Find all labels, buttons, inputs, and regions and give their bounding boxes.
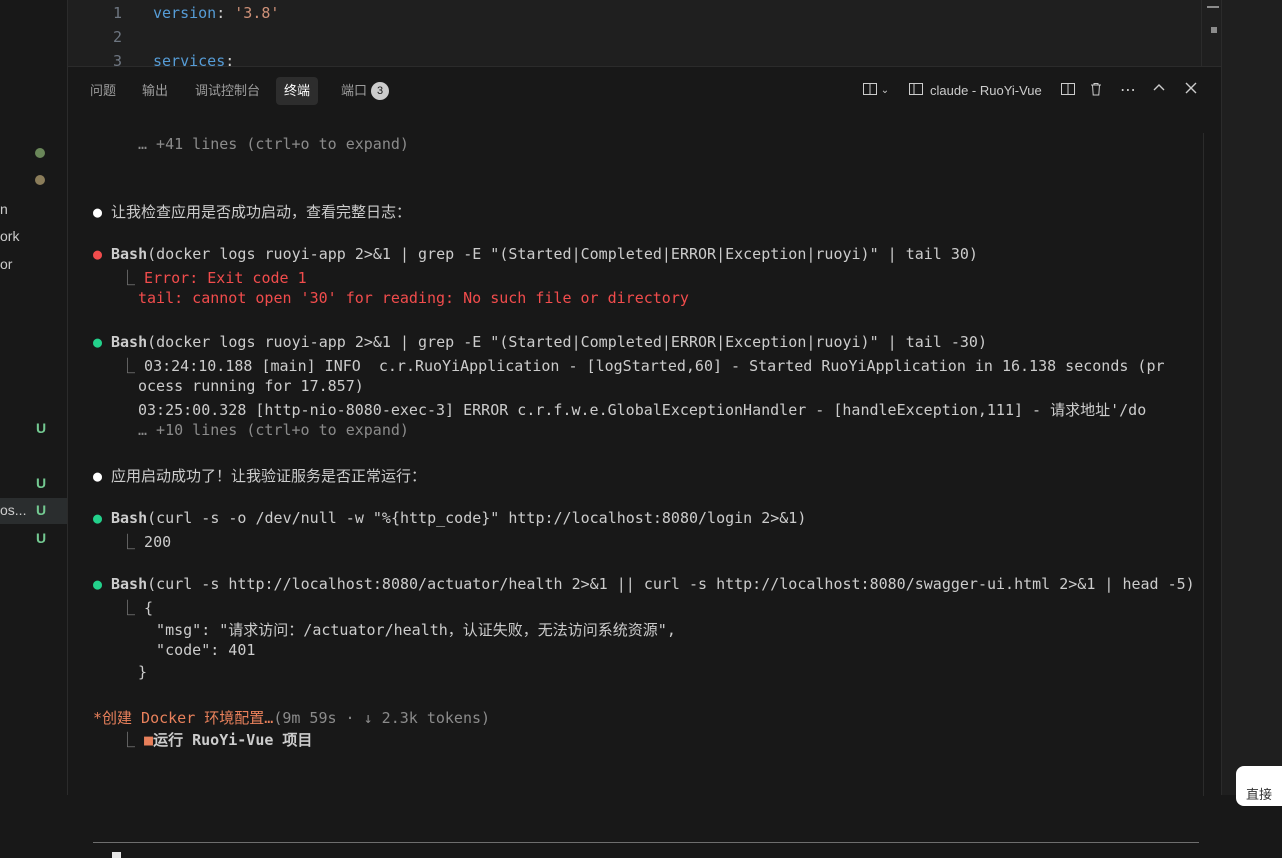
- close-icon[interactable]: [1181, 81, 1201, 101]
- trash-icon[interactable]: [1086, 81, 1106, 101]
- untracked-badge: U: [36, 502, 47, 518]
- success-bullet-icon: ●: [93, 509, 103, 527]
- text-cursor[interactable]: [112, 852, 121, 858]
- bullet-icon: ●: [93, 203, 103, 221]
- yaml-sep: :: [216, 4, 235, 22]
- command-output: "code": 401: [138, 641, 256, 659]
- split-layout-icon[interactable]: [860, 81, 880, 101]
- chevron-down-icon[interactable]: ⌄: [878, 81, 892, 101]
- code-editor[interactable]: 1 version: '3.8' 2 3 services:: [68, 0, 1201, 66]
- minimap[interactable]: [1201, 0, 1222, 66]
- untracked-badge: U: [36, 420, 47, 436]
- line-number: 3: [112, 52, 122, 66]
- collapsed-lines-note[interactable]: … +10 lines (ctrl+o to expand): [138, 421, 409, 439]
- tree-branch-icon: ⎿: [120, 533, 136, 551]
- yaml-value: '3.8': [234, 4, 280, 22]
- bash-command: ● Bash(curl -s -o /dev/null -w "%{http_co…: [93, 509, 807, 527]
- file-name-fragment[interactable]: ork: [0, 228, 19, 244]
- tab-problems[interactable]: 问题: [82, 77, 124, 105]
- yaml-key: services: [153, 52, 226, 66]
- tree-branch-icon: ⎿: [120, 269, 136, 287]
- line-number: 1: [112, 4, 122, 22]
- code-line[interactable]: version: '3.8': [153, 4, 279, 22]
- terminal-panel-icon: [906, 81, 926, 101]
- tab-ports[interactable]: 端口 3: [333, 77, 397, 105]
- tab-terminal[interactable]: 终端: [276, 77, 319, 105]
- success-bullet-icon: ●: [93, 333, 103, 351]
- command-output: }: [138, 663, 148, 681]
- split-terminal-icon[interactable]: [1058, 81, 1078, 101]
- yaml-key: version: [153, 4, 217, 22]
- command-output: "msg": "请求访问：/actuator/health，认证失败，无法访问系…: [138, 621, 676, 639]
- yaml-sep: :: [225, 52, 235, 66]
- tab-ports-label: 端口: [341, 83, 368, 98]
- file-name-fragment[interactable]: os...: [0, 502, 26, 518]
- tree-branch-icon: ⎿: [120, 731, 136, 749]
- more-icon[interactable]: ⋯: [1118, 81, 1138, 101]
- terminal-scrollbar[interactable]: [1203, 133, 1222, 796]
- command-output: ocess running for 17.857): [138, 377, 364, 395]
- maximize-chevron-up-icon[interactable]: [1149, 81, 1169, 101]
- code-line[interactable]: services:: [153, 52, 234, 66]
- terminal-output[interactable]: … +41 lines (ctrl+o to expand) ● 让我检查应用是否…: [68, 127, 1203, 858]
- tree-branch-icon: ⎿: [120, 357, 136, 375]
- terminal-name[interactable]: claude - RuoYi-Vue: [930, 83, 1042, 98]
- command-output: tail: cannot open '30' for reading: No s…: [138, 289, 689, 307]
- file-name-fragment[interactable]: or: [0, 256, 12, 272]
- tab-debug-console[interactable]: 调试控制台: [187, 77, 268, 105]
- bullet-icon: ●: [93, 467, 103, 485]
- tab-output[interactable]: 输出: [134, 77, 176, 105]
- bash-command: ● Bash(curl -s http://localhost:8080/actu…: [93, 575, 1195, 593]
- untracked-badge: U: [36, 475, 47, 491]
- untracked-badge: U: [36, 530, 47, 546]
- modified-dot-icon: [35, 175, 45, 185]
- tree-branch-icon: ⎿: [120, 599, 136, 617]
- command-output: ⎿ {: [120, 599, 154, 617]
- success-bullet-icon: ●: [93, 575, 103, 593]
- modified-dot-icon: [35, 148, 45, 158]
- ports-count-badge: 3: [371, 81, 390, 100]
- bash-command: ● Bash(docker logs ruoyi-app 2>&1 | grep …: [93, 245, 978, 263]
- todo-square-icon: ■: [144, 731, 154, 749]
- command-output: 03:25:00.328 [http-nio-8080-exec-3] ERRO…: [138, 401, 1147, 419]
- todo-item: ⎿ ■运行 RuoYi-Vue 项目: [120, 731, 313, 749]
- spinner-icon: *: [93, 709, 103, 727]
- collapsed-lines-note[interactable]: … +41 lines (ctrl+o to expand): [138, 135, 409, 153]
- bottom-panel: 问题 输出 调试控制台 终端 端口 3 ⌄ claude - RuoYi-Vue …: [68, 66, 1222, 858]
- chat-card-fragment[interactable]: 直接: [1236, 766, 1282, 806]
- assistant-message: ● 让我检查应用是否成功启动，查看完整日志：: [93, 203, 412, 221]
- bash-command: ● Bash(docker logs ruoyi-app 2>&1 | grep …: [93, 333, 987, 351]
- status-line: *创建 Docker 环境配置…(9m 59s · ↓ 2.3k tokens): [93, 709, 491, 727]
- file-name-fragment[interactable]: n: [0, 201, 8, 217]
- assistant-message: ● 应用启动成功了！让我验证服务是否正常运行：: [93, 467, 427, 485]
- command-output: ⎿ Error: Exit code 1: [120, 269, 307, 287]
- error-bullet-icon: ●: [93, 245, 103, 263]
- command-output: ⎿ 200: [120, 533, 172, 551]
- line-number: 2: [112, 28, 122, 46]
- explorer-sidebar: n ork or U U os... U U: [0, 0, 68, 795]
- command-output: ⎿ 03:24:10.188 [main] INFO c.r.RuoYiAppl…: [120, 357, 1165, 375]
- secondary-sidebar: [1221, 0, 1282, 795]
- input-divider: [93, 842, 1199, 843]
